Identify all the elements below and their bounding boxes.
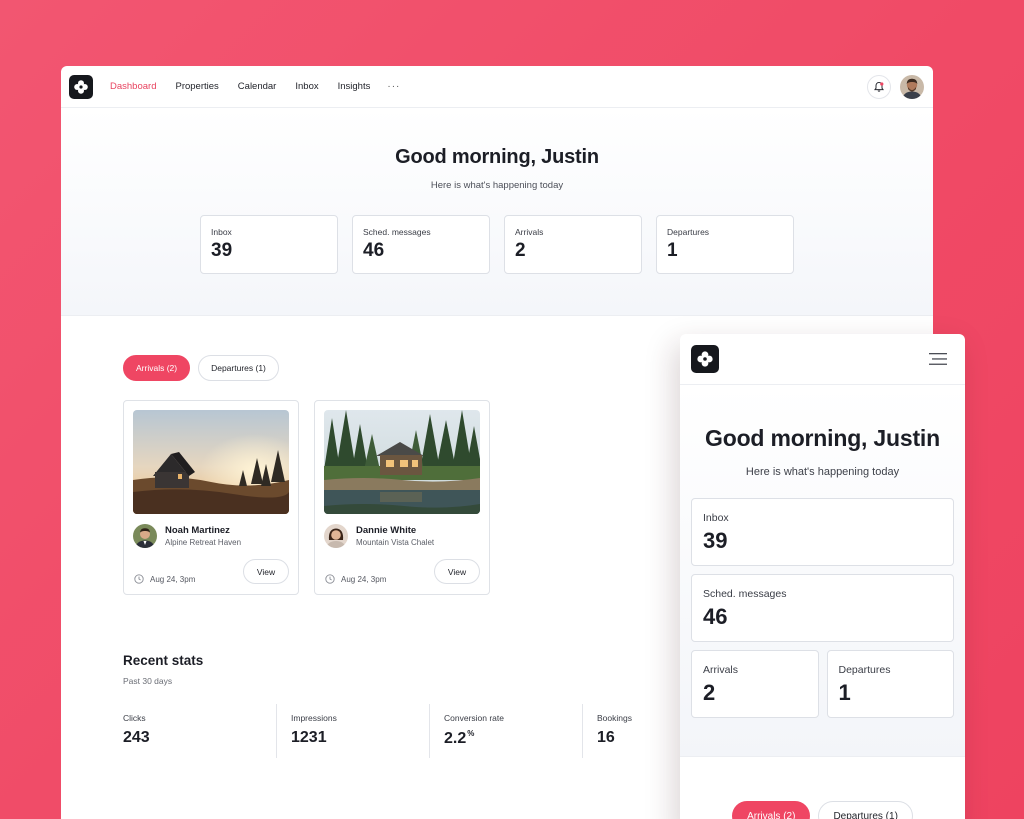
top-nav: Dashboard Properties Calendar Inbox Insi… <box>61 66 933 108</box>
property-name: Alpine Retreat Haven <box>165 538 242 547</box>
booking-cards: Noah Martinez Alpine Retreat Haven Aug 2… <box>123 400 490 595</box>
guest-text: Noah Martinez Alpine Retreat Haven <box>165 525 241 547</box>
page-subtitle: Here is what's happening today <box>745 466 900 478</box>
stat-card-inbox[interactable]: Inbox 39 <box>200 215 338 274</box>
stat-value: 39 <box>211 240 233 261</box>
booking-card[interactable]: Dannie White Mountain Vista Chalet Aug 2… <box>314 400 490 595</box>
recent-stat-clicks: Clicks 243 <box>123 704 276 758</box>
booking-date: Aug 24, 3pm <box>325 574 386 584</box>
stat-value: 2.2 <box>444 730 467 747</box>
guest-text: Dannie White Mountain Vista Chalet <box>356 525 434 547</box>
guest-name: Dannie White <box>356 525 417 536</box>
stat-value: 1 <box>838 680 851 705</box>
stat-label: Sched. messages <box>703 588 787 600</box>
nav-item-calendar[interactable]: Calendar <box>238 81 277 92</box>
stat-value: 2 <box>703 680 716 705</box>
guest-info: Noah Martinez Alpine Retreat Haven <box>133 524 289 548</box>
stat-label: Sched. messages <box>363 227 431 237</box>
stat-label: Clicks <box>123 713 146 723</box>
mobile-booking-tabs: Arrivals (2) Departures (1) <box>680 801 965 819</box>
booking-date: Aug 24, 3pm <box>134 574 195 584</box>
property-photo <box>133 410 289 514</box>
stat-value: 46 <box>363 240 385 261</box>
hero-section: Good morning, Justin Here is what's happ… <box>61 108 933 316</box>
recent-stat-conversion-rate: Conversion rate 2.2% <box>429 704 582 758</box>
mobile-window: Good morning, Justin Here is what's happ… <box>680 334 965 819</box>
guest-name: Noah Martinez <box>165 525 230 536</box>
notifications-button[interactable] <box>867 74 891 99</box>
stat-label: Inbox <box>703 512 729 524</box>
stat-value: 243 <box>123 729 150 746</box>
stat-label: Departures <box>667 227 710 237</box>
arrival-date: Aug 24, 3pm <box>341 574 387 584</box>
stat-unit: % <box>467 729 475 738</box>
stat-card-inbox[interactable]: Inbox 39 <box>691 498 954 566</box>
property-name: Mountain Vista Chalet <box>356 538 435 547</box>
tab-departures[interactable]: Departures (1) <box>818 801 913 819</box>
nav-item-inbox[interactable]: Inbox <box>295 81 318 92</box>
nav-item-insights[interactable]: Insights <box>338 81 371 92</box>
stat-card-scheduled-messages[interactable]: Sched. messages 46 <box>352 215 490 274</box>
stat-value: 46 <box>703 604 728 629</box>
nav-links: Dashboard Properties Calendar Inbox Insi… <box>110 81 400 92</box>
view-button[interactable]: View <box>434 559 480 584</box>
arrival-date: Aug 24, 3pm <box>150 574 196 584</box>
user-avatar[interactable] <box>900 74 924 99</box>
stat-value: 1231 <box>291 729 327 746</box>
page-subtitle: Here is what's happening today <box>430 180 564 191</box>
stat-card-departures[interactable]: Departures 1 <box>656 215 794 274</box>
tab-departures[interactable]: Departures (1) <box>198 355 279 381</box>
nav-item-properties[interactable]: Properties <box>175 81 218 92</box>
stat-card-departures[interactable]: Departures 1 <box>826 650 954 718</box>
mobile-stat-cards: Inbox 39 Sched. messages 46 Arrivals 2 D… <box>680 498 965 726</box>
stat-cards: Inbox 39 Sched. messages 46 Arrivals 2 D… <box>61 215 933 274</box>
guest-info: Dannie White Mountain Vista Chalet <box>324 524 480 548</box>
flower-logo-icon[interactable] <box>691 345 719 373</box>
stat-value: 1 <box>667 240 678 261</box>
guest-avatar <box>324 524 348 548</box>
stat-row: Arrivals 2 Departures 1 <box>691 650 954 726</box>
stat-label: Impressions <box>291 713 337 723</box>
booking-tabs: Arrivals (2) Departures (1) <box>123 355 279 381</box>
hamburger-menu-icon[interactable] <box>929 353 947 365</box>
stat-value: 2 <box>515 240 526 261</box>
tab-arrivals[interactable]: Arrivals (2) <box>732 801 811 819</box>
booking-card[interactable]: Noah Martinez Alpine Retreat Haven Aug 2… <box>123 400 299 595</box>
mobile-hero: Good morning, Justin Here is what's happ… <box>680 385 965 757</box>
nav-more-button[interactable]: ··· <box>387 81 400 92</box>
stat-card-arrivals[interactable]: Arrivals 2 <box>504 215 642 274</box>
stat-label: Departures <box>838 664 891 676</box>
nav-item-dashboard[interactable]: Dashboard <box>110 81 156 92</box>
flower-logo-icon[interactable] <box>69 74 93 99</box>
clock-icon <box>325 574 335 584</box>
property-photo <box>324 410 480 514</box>
view-button[interactable]: View <box>243 559 289 584</box>
recent-stats: Clicks 243 Impressions 1231 Conversion r… <box>123 704 735 758</box>
section-period: Past 30 days <box>123 676 173 686</box>
stat-card-scheduled-messages[interactable]: Sched. messages 46 <box>691 574 954 642</box>
stat-value: 39 <box>703 528 728 553</box>
page-title: Good morning, Justin <box>705 425 940 451</box>
nav-right <box>867 74 924 99</box>
stat-label: Arrivals <box>515 227 544 237</box>
bell-icon <box>874 81 884 92</box>
mobile-nav <box>680 334 965 385</box>
stat-value-wrap: 2.2% <box>444 729 582 748</box>
recent-stats-header: Recent stats Past 30 days <box>123 653 203 686</box>
tab-arrivals[interactable]: Arrivals (2) <box>123 355 191 381</box>
stat-card-arrivals[interactable]: Arrivals 2 <box>691 650 819 718</box>
recent-stat-impressions: Impressions 1231 <box>276 704 429 758</box>
page-title: Good morning, Justin <box>395 146 599 168</box>
clock-icon <box>134 574 144 584</box>
stat-label: Inbox <box>211 227 232 237</box>
section-title: Recent stats <box>123 653 204 668</box>
guest-avatar <box>133 524 157 548</box>
stat-label: Arrivals <box>703 664 739 676</box>
stat-label: Conversion rate <box>444 713 505 723</box>
